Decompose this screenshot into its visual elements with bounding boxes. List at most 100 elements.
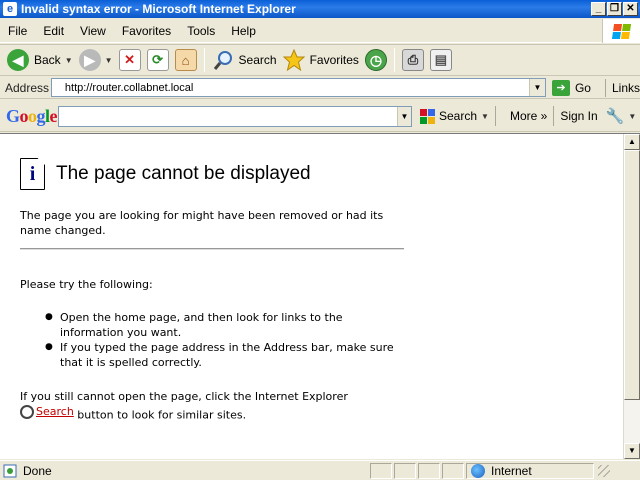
restore-button[interactable]: ❐ — [607, 2, 622, 16]
menu-view[interactable]: View — [72, 24, 114, 38]
status-bar: Done Internet — [0, 460, 640, 480]
home-button[interactable]: ⌂ — [172, 46, 200, 74]
google-search-input[interactable] — [59, 106, 397, 126]
search-hint-suffix: button to look for similar sites. — [77, 408, 247, 422]
toolbar-separator — [393, 48, 395, 72]
zone-label: Internet — [491, 463, 532, 478]
status-text-pane: Done — [0, 464, 370, 478]
status-text: Done — [23, 463, 52, 478]
page-viewport: i The page cannot be displayed The page … — [0, 133, 640, 459]
ie-logo-icon: e — [3, 2, 17, 16]
scroll-thumb[interactable] — [624, 150, 640, 400]
status-pane — [370, 462, 392, 479]
menu-bar: File Edit View Favorites Tools Help — [0, 19, 640, 43]
go-button[interactable]: ➔ Go — [551, 79, 591, 96]
google-search-dropdown-icon[interactable]: ▼ — [397, 106, 411, 126]
search-magnifier-icon — [213, 51, 232, 70]
favorites-star-icon — [282, 49, 305, 71]
google-search-label: Search — [439, 109, 478, 123]
list-item: Open the home page, and then look for li… — [45, 310, 400, 340]
toolbar-separator — [203, 48, 205, 72]
info-icon: i — [20, 158, 45, 190]
menu-help[interactable]: Help — [223, 24, 264, 38]
favorites-label: Favorites — [309, 53, 359, 67]
address-field[interactable]: ▼ — [50, 78, 546, 97]
menu-tools[interactable]: Tools — [179, 24, 223, 38]
search-icon — [20, 404, 34, 419]
go-arrow-icon: ➔ — [551, 79, 570, 96]
address-bar: Address ▼ ➔ Go Links — [0, 77, 640, 99]
edit-button[interactable]: ▤ — [427, 46, 455, 74]
windows-logo-icon — [602, 19, 640, 43]
status-pane — [442, 462, 464, 479]
search-link[interactable]: Search — [36, 404, 74, 419]
stop-icon: ✕ — [118, 49, 141, 71]
vertical-scrollbar[interactable]: ▲ ▼ — [623, 134, 640, 459]
google-separator — [494, 106, 496, 126]
search-button[interactable]: Search — [209, 46, 280, 74]
menu-favorites[interactable]: Favorites — [114, 24, 179, 38]
address-label: Address — [5, 80, 50, 95]
list-item: If you typed the page address in the Add… — [45, 340, 400, 370]
wrench-icon: 🔧 — [605, 108, 625, 125]
menu-file[interactable]: File — [0, 24, 35, 38]
standard-toolbar: ◀ Back ▼ ▶ ▼ ✕ ⟳ ⌂ Search Favorites ◷ ⎙ … — [0, 44, 640, 76]
window-title: Invalid syntax error - Microsoft Interne… — [21, 2, 296, 16]
status-pane — [394, 462, 416, 479]
google-logo[interactable]: Google — [6, 106, 58, 127]
page-done-icon — [3, 464, 17, 477]
close-button[interactable]: ✕ — [623, 2, 638, 16]
printer-icon: ⎙ — [401, 49, 424, 71]
forward-dropdown-icon[interactable]: ▼ — [105, 56, 113, 65]
more-button[interactable]: More » — [510, 109, 547, 123]
scroll-up-icon[interactable]: ▲ — [624, 134, 640, 150]
google-search-button[interactable]: Search ▼ — [420, 108, 489, 124]
divider — [20, 248, 404, 250]
security-zone: Internet — [466, 462, 594, 479]
edit-page-icon: ▤ — [429, 49, 452, 71]
google-separator — [553, 106, 555, 126]
search-label: Search — [238, 53, 277, 67]
title-bar: e Invalid syntax error - Microsoft Inter… — [0, 0, 640, 18]
address-input[interactable] — [51, 81, 529, 94]
forward-arrow-icon: ▶ — [78, 49, 101, 71]
forward-button[interactable]: ▶ ▼ — [76, 46, 116, 74]
globe-icon — [471, 463, 485, 478]
favorites-button[interactable]: Favorites — [280, 46, 362, 74]
error-description: The page you are looking for might have … — [20, 209, 384, 237]
search-hint: If you still cannot open the page, click… — [20, 389, 380, 423]
error-page: i The page cannot be displayed The page … — [20, 158, 580, 423]
google-toolbar: Google ▼ Search ▼ More » Sign In 🔧 ▼ — [0, 101, 640, 132]
try-heading: Please try the following: — [20, 278, 153, 291]
search-hint-text: If you still cannot open the page, click… — [20, 390, 348, 403]
print-button[interactable]: ⎙ — [399, 46, 427, 74]
refresh-icon: ⟳ — [146, 49, 169, 71]
go-label: Go — [574, 80, 591, 95]
stop-button[interactable]: ✕ — [116, 46, 144, 74]
history-button[interactable]: ◷ — [362, 46, 390, 74]
scroll-down-icon[interactable]: ▼ — [624, 443, 640, 459]
back-button[interactable]: ◀ Back ▼ — [4, 46, 76, 74]
back-dropdown-icon[interactable]: ▼ — [65, 56, 73, 65]
refresh-button[interactable]: ⟳ — [144, 46, 172, 74]
status-pane — [418, 462, 440, 479]
google-search-box[interactable]: ▼ — [58, 105, 412, 127]
minimize-button[interactable]: _ — [591, 2, 606, 16]
google-settings-button[interactable]: 🔧 ▼ — [606, 107, 637, 125]
search-link-group[interactable]: Search — [20, 404, 74, 419]
address-dropdown-icon[interactable]: ▼ — [528, 79, 545, 96]
google-search-menu-icon[interactable]: ▼ — [481, 112, 489, 121]
links-button[interactable]: Links — [604, 78, 640, 97]
tips-list: Open the home page, and then look for li… — [45, 310, 400, 370]
home-icon: ⌂ — [174, 49, 197, 71]
back-arrow-icon: ◀ — [7, 49, 29, 71]
settings-dropdown-icon[interactable]: ▼ — [628, 112, 636, 121]
error-heading: i The page cannot be displayed — [20, 158, 580, 190]
resize-grip[interactable] — [598, 464, 610, 477]
page-title: The page cannot be displayed — [56, 163, 311, 184]
menu-edit[interactable]: Edit — [35, 24, 72, 38]
scroll-track[interactable] — [624, 150, 640, 443]
sign-in-button[interactable]: Sign In — [560, 109, 597, 123]
back-label: Back — [34, 53, 61, 67]
window-controls: _ ❐ ✕ — [591, 2, 638, 16]
